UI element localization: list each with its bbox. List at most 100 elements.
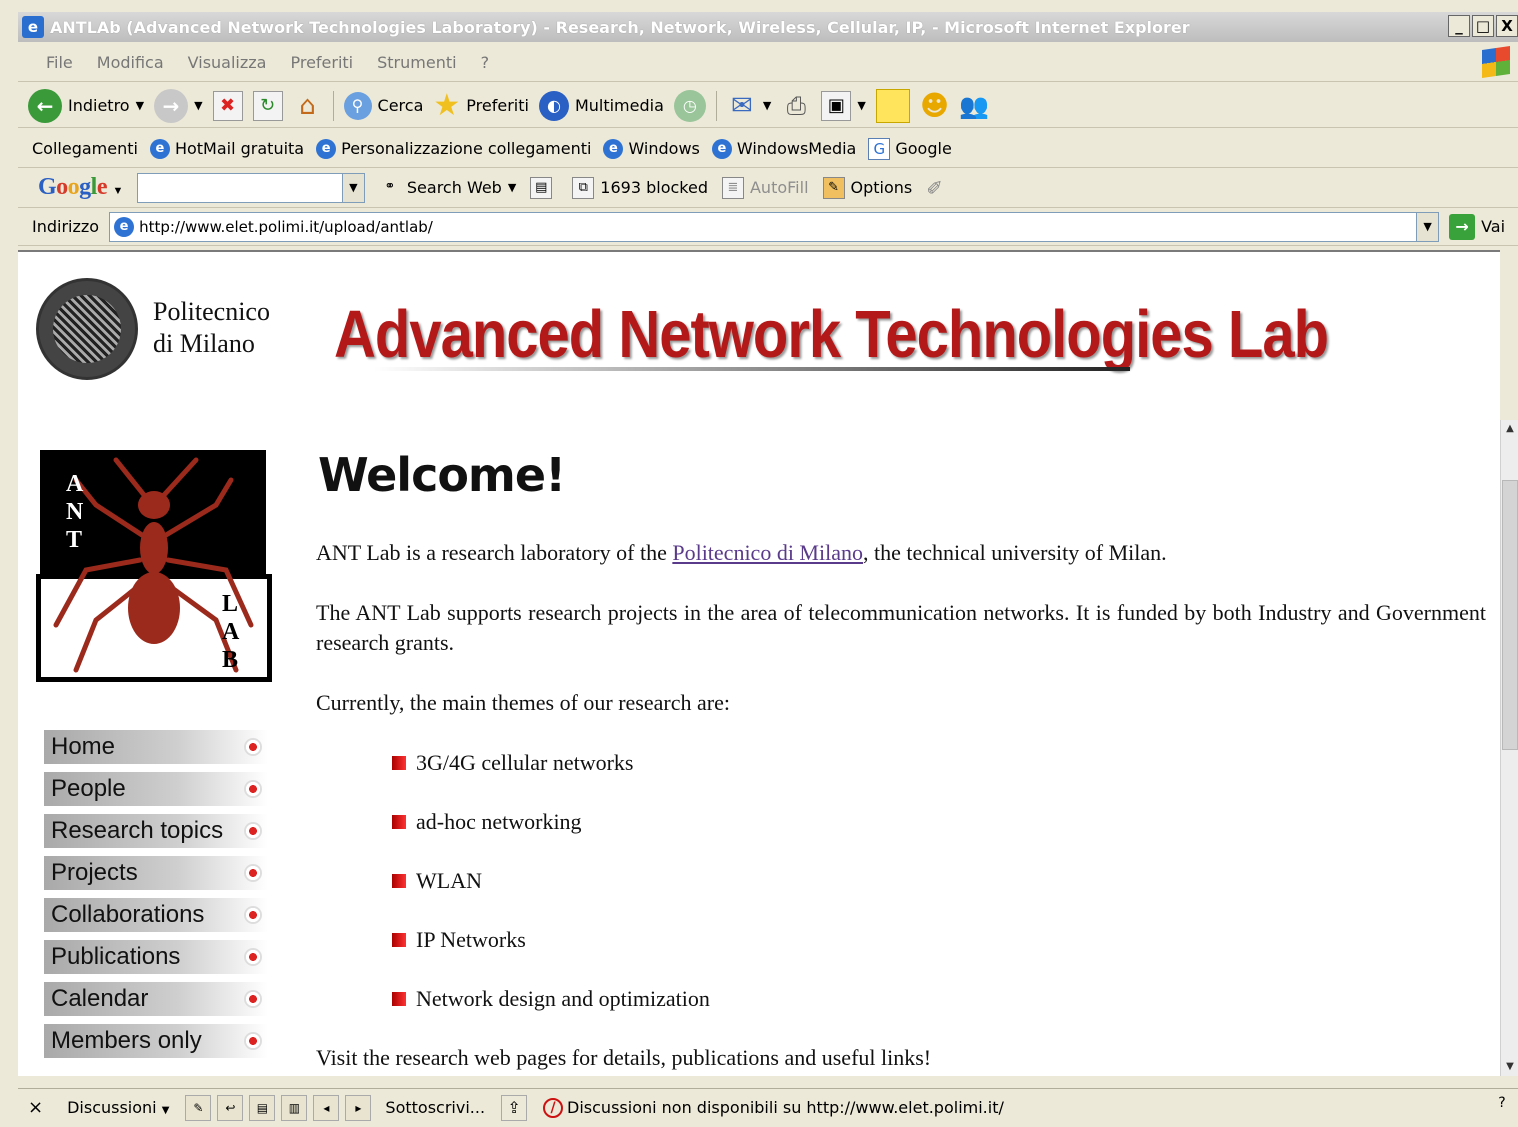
bullet-icon: [392, 992, 406, 1006]
favorites-button[interactable]: ★ Preferiti: [433, 88, 529, 123]
chevron-down-icon[interactable]: ▼: [857, 99, 865, 112]
subscribe-button[interactable]: Sottoscrivi...: [385, 1098, 485, 1117]
scroll-thumb[interactable]: [1502, 480, 1518, 750]
address-input[interactable]: e http://www.elet.polimi.it/upload/antla…: [109, 211, 1440, 242]
visit-paragraph: Visit the research web pages for details…: [316, 1045, 932, 1070]
logo-letter: o: [67, 174, 80, 200]
close-button[interactable]: X: [1496, 15, 1518, 37]
highlight-button[interactable]: ✐: [926, 176, 943, 200]
close-icon[interactable]: ×: [28, 1097, 43, 1118]
chevron-down-icon[interactable]: ▼: [763, 99, 771, 112]
link-google[interactable]: G Google: [868, 137, 952, 160]
link-windowsmedia[interactable]: e WindowsMedia: [711, 138, 856, 159]
chevron-down-icon: ▼: [161, 1105, 170, 1116]
discussions-button[interactable]: Discussioni ▼: [67, 1098, 169, 1117]
logo-letter: N: [66, 499, 84, 525]
browser-window: e ANTLAb (Advanced Network Technologies …: [0, 0, 1518, 1127]
help-icon[interactable]: ?: [1490, 1095, 1514, 1119]
search-button[interactable]: ⚲ Cerca: [343, 91, 423, 120]
list-item: 3G/4G cellular networks: [392, 748, 1486, 778]
menu-view[interactable]: Visualizza: [188, 53, 267, 72]
pagerank-icon: ▤: [530, 176, 553, 199]
chevron-down-icon[interactable]: ▼: [113, 185, 124, 197]
polimi-link[interactable]: Politecnico di Milano: [672, 540, 863, 565]
star-icon: ★: [433, 88, 461, 123]
nav-label: Publications: [51, 943, 181, 970]
back-button[interactable]: ← Indietro ▼: [28, 88, 144, 123]
go-button[interactable]: → Vai: [1449, 213, 1505, 240]
nav-members-only[interactable]: Members only: [44, 1024, 268, 1058]
home-button[interactable]: ⌂: [293, 91, 323, 121]
lab-banner-title: Advanced Network Technologies Lab: [334, 297, 1329, 372]
status-message: / Discussioni non disponibili su http://…: [543, 1097, 1004, 1118]
print-button[interactable]: ⎙: [781, 91, 811, 121]
previous-icon[interactable]: ◂: [313, 1094, 340, 1121]
nav-publications[interactable]: Publications: [44, 940, 268, 974]
chevron-down-icon[interactable]: ▼: [508, 181, 516, 194]
contacts-button[interactable]: 👥: [959, 92, 989, 120]
link-customize[interactable]: e Personalizzazione collegamenti: [316, 138, 591, 159]
pagerank-button[interactable]: ▤: [530, 176, 558, 199]
next-icon[interactable]: ▸: [345, 1094, 372, 1121]
nav-collaborations[interactable]: Collaborations: [44, 898, 268, 932]
ie-page-icon: e: [316, 138, 337, 159]
refresh-button[interactable]: ↻: [252, 90, 283, 121]
nav-home[interactable]: Home: [44, 730, 268, 764]
chevron-down-icon[interactable]: ▼: [194, 99, 202, 112]
link-hotmail[interactable]: e HotMail gratuita: [149, 138, 304, 159]
vertical-scrollbar[interactable]: ▲ ▼: [1500, 420, 1518, 1076]
stop-button[interactable]: ✖: [212, 90, 243, 121]
menu-help[interactable]: ?: [481, 53, 490, 72]
institution-name[interactable]: Politecnico di Milano: [153, 296, 270, 360]
autofill-button[interactable]: ≣ AutoFill: [721, 176, 809, 199]
funding-paragraph: The ANT Lab supports research projects i…: [316, 600, 1486, 655]
menu-favorites[interactable]: Preferiti: [290, 53, 353, 72]
new-discussion-icon[interactable]: ✎: [185, 1094, 212, 1121]
nav-calendar[interactable]: Calendar: [44, 982, 268, 1016]
expand-icon[interactable]: ▤: [249, 1094, 276, 1121]
upload-icon[interactable]: ⇪: [501, 1094, 528, 1121]
list-item: IP Networks: [392, 925, 1486, 955]
menu-tools[interactable]: Strumenti: [377, 53, 456, 72]
list-item: ad-hoc networking: [392, 807, 1486, 837]
nav-projects[interactable]: Projects: [44, 856, 268, 890]
nav-people[interactable]: People: [44, 772, 268, 806]
maximize-button[interactable]: □: [1472, 15, 1494, 37]
google-search-input[interactable]: ▼: [136, 172, 365, 203]
menu-edit[interactable]: Modifica: [97, 53, 164, 72]
history-button[interactable]: ◷: [673, 89, 706, 122]
popup-blocker-button[interactable]: ⧉ 1693 blocked: [572, 176, 708, 199]
notes-button[interactable]: [875, 88, 910, 123]
options-button[interactable]: ✎ Options: [822, 176, 912, 199]
messenger-button[interactable]: ☻: [920, 89, 949, 122]
mail-button[interactable]: ✉ ▼: [727, 91, 771, 121]
page-content: Politecnico di Milano Advanced Network T…: [18, 250, 1500, 1076]
logo-letter: L: [222, 591, 239, 617]
scroll-down-icon[interactable]: ▼: [1501, 1058, 1518, 1076]
nav-research-topics[interactable]: Research topics: [44, 814, 268, 848]
reply-icon[interactable]: ↩: [217, 1094, 244, 1121]
nav-label: Collaborations: [51, 901, 205, 928]
forward-button[interactable]: → ▼: [154, 88, 203, 123]
themes-intro: Currently, the main themes of our resear…: [316, 690, 730, 715]
links-bar: Collegamenti e HotMail gratuita e Person…: [18, 130, 1518, 168]
title-bar[interactable]: e ANTLAb (Advanced Network Technologies …: [18, 12, 1518, 42]
media-button[interactable]: ◐ Multimedia: [538, 90, 664, 121]
edit-button[interactable]: ▣ ▼: [821, 90, 866, 121]
chevron-down-icon[interactable]: ▼: [341, 173, 364, 202]
google-toolbar: Google ▼ ▼ ⚭ Search Web ▼ ▤ ⧉ 1693 block…: [18, 168, 1518, 208]
chevron-down-icon[interactable]: ▼: [136, 99, 144, 112]
search-web-button[interactable]: ⚭ Search Web ▼: [379, 177, 516, 199]
minimize-button[interactable]: _: [1448, 15, 1470, 37]
menu-file[interactable]: File: [46, 53, 73, 72]
list-item: WLAN: [392, 866, 1486, 896]
site-nav: Home People Research topics Projects Col…: [44, 730, 268, 1066]
collapse-icon[interactable]: ▥: [281, 1094, 308, 1121]
google-logo[interactable]: Google ▼: [38, 174, 123, 201]
ie-app-icon: e: [22, 16, 44, 38]
scroll-up-icon[interactable]: ▲: [1501, 420, 1518, 438]
link-windows[interactable]: e Windows: [603, 138, 700, 159]
logo-letter: B: [222, 647, 239, 673]
chevron-down-icon[interactable]: ▼: [1416, 212, 1439, 241]
nav-bullet-icon: [244, 906, 262, 924]
